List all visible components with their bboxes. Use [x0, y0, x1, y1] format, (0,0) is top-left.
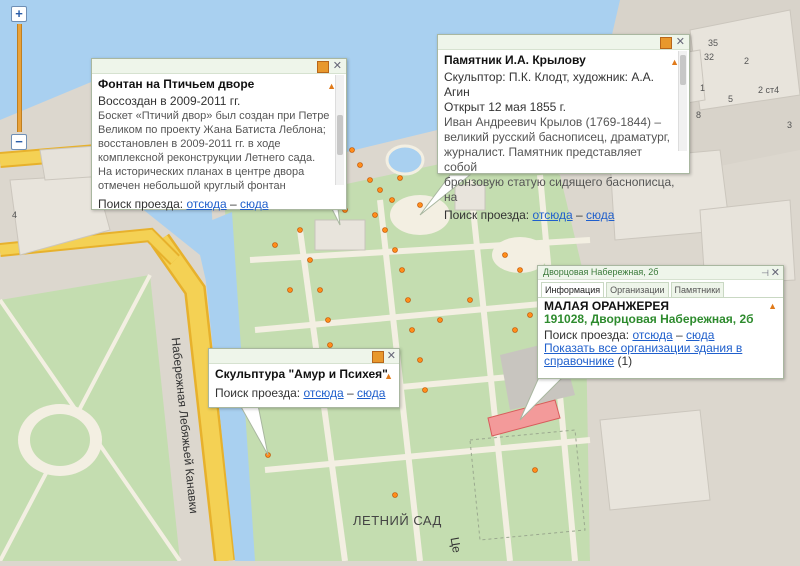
house-number-35: 35	[708, 38, 719, 48]
house-number-4: 4	[12, 210, 18, 220]
route-dash: –	[675, 328, 683, 342]
popup-krylov-desc: великий русский баснописец, драматург,	[444, 130, 671, 144]
popup-fountain-titlebar: ✕	[92, 59, 346, 74]
popup-krylov-desc: журналист. Памятник представляет собой	[444, 145, 642, 174]
show-all-organizations: Показать все организации здания в справо…	[544, 342, 777, 368]
zoom-in-button[interactable]: +	[11, 6, 27, 22]
close-icon[interactable]: ✕	[387, 349, 396, 363]
route-to-link[interactable]: сюда	[586, 208, 614, 222]
house-number-5: 5	[728, 94, 734, 104]
popup-fountain-body: Фонтан на Птичьем дворе Воссоздан в 2009…	[92, 74, 346, 215]
tab-organizations[interactable]: Организации	[606, 282, 669, 297]
route-from-link[interactable]: отсюда	[186, 197, 226, 211]
popup-fountain-line: Боскет «Птичий двор» был создан при Петр…	[98, 110, 330, 122]
close-icon[interactable]: ✕	[676, 35, 685, 49]
popup-fountain-line: Великом по проекту Жана Батиста Леблона;	[98, 124, 326, 136]
popup-amur-titlebar: ✕	[209, 349, 399, 364]
house-number-8: 8	[696, 110, 702, 120]
popup-fountain-line: восстановлен в 2009-2011 гг. в ходе	[98, 138, 281, 150]
organization-count: (1)	[617, 354, 633, 368]
route-from-link[interactable]: отсюда	[303, 386, 343, 400]
popup-krylov-desc: Иван Андреевич Крылов (1769-1844) –	[444, 115, 662, 129]
popup-orangery-titlebar: Дворцовая Набережная, 2б ⊣ ✕	[538, 266, 783, 280]
zoom-out-button[interactable]: −	[11, 134, 27, 150]
route-from-link[interactable]: отсюда	[532, 208, 572, 222]
route-label: Поиск проезда:	[544, 328, 630, 342]
popup-krylov-desc: бронзовую статую сидящего баснописца, на	[444, 175, 675, 204]
route-to-link[interactable]: сюда	[240, 197, 268, 211]
popup-orangery-body: МАЛАЯ ОРАНЖЕРЕЯ 191028, Дворцовая Набере…	[538, 298, 783, 371]
route-search: Поиск проезда: отсюда – сюда	[444, 208, 675, 223]
route-search: Поиск проезда: отсюда – сюда	[98, 197, 332, 212]
popup-krylov-title: Памятник И.А. Крылову	[444, 53, 586, 67]
zoom-slider[interactable]	[16, 24, 22, 132]
close-icon[interactable]: ✕	[333, 59, 342, 73]
popup-orangery-header: Дворцовая Набережная, 2б	[543, 267, 659, 277]
popup-krylov-line: Скульптор: П.К. Клодт, художник: А.А. Аг…	[444, 70, 654, 99]
popup-orangery-tabs: Информация Организации Памятники	[538, 280, 783, 298]
house-number-3: 3	[787, 120, 793, 130]
pin-icon[interactable]	[372, 351, 384, 363]
popup-amur-body: Скульптура "Амур и Психея" Поиск проезда…	[209, 364, 399, 404]
zoom-control: + −	[11, 6, 27, 150]
popup-fountain-line: комплексной реконструкции Летнего сада.	[98, 152, 316, 164]
popup-fountain-title: Фонтан на Птичьем дворе	[98, 77, 255, 91]
house-number-1: 1	[700, 83, 706, 93]
tab-monuments[interactable]: Памятники	[670, 282, 725, 297]
house-number-2: 2	[744, 56, 750, 66]
route-dash: –	[575, 208, 583, 222]
popup-orangery-address: 191028, Дворцовая Набережная, 2б	[544, 312, 754, 326]
route-to-link[interactable]: сюда	[357, 386, 385, 400]
route-label: Поиск проезда:	[98, 197, 184, 211]
popup-krylov-line: Открыт 12 мая 1855 г.	[444, 100, 566, 114]
warning-icon[interactable]: ▲	[768, 301, 777, 311]
house-number-32: 32	[704, 52, 715, 62]
show-all-link[interactable]: Показать все организации здания в	[544, 341, 742, 355]
popup-orangery: Дворцовая Набережная, 2б ⊣ ✕ Информация …	[537, 265, 784, 379]
popup-krylov: ✕ Памятник И.А. Крылову Скульптор: П.К. …	[437, 34, 690, 222]
pin-icon[interactable]	[317, 61, 329, 73]
popup-krylov-titlebar: ✕	[438, 35, 689, 50]
route-dash: –	[346, 386, 354, 400]
route-label: Поиск проезда:	[444, 208, 530, 222]
collapse-icon[interactable]: ⊣	[761, 266, 769, 280]
route-dash: –	[229, 197, 237, 211]
scrollbar[interactable]	[678, 51, 687, 151]
popup-fountain: ✕ Фонтан на Птичьем дворе Воссоздан в 20…	[91, 58, 347, 211]
route-label: Поиск проезда:	[215, 386, 301, 400]
popup-fountain-line: отмечен небольшой круглый фонтан	[98, 180, 286, 192]
popup-fountain-line: На исторических планах в центре двора	[98, 166, 305, 178]
route-to-link[interactable]: сюда	[686, 328, 714, 342]
label-summer-garden: ЛЕТНИЙ САД	[353, 513, 442, 528]
popup-fountain-line: Воссоздан в 2009-2011 гг.	[98, 94, 241, 108]
close-icon[interactable]: ✕	[771, 266, 780, 280]
fountain-pond	[385, 144, 425, 176]
popup-amur: ✕ Скульптура "Амур и Психея" Поиск проез…	[208, 348, 400, 408]
tab-info[interactable]: Информация	[541, 282, 605, 297]
scrollbar[interactable]	[335, 75, 344, 185]
directory-link[interactable]: справочнике	[544, 354, 614, 368]
label-street-partial: Це	[447, 536, 465, 554]
pin-icon[interactable]	[660, 37, 672, 49]
warning-icon[interactable]: ▲	[384, 371, 393, 381]
popup-krylov-body: Памятник И.А. Крылову Скульптор: П.К. Кл…	[438, 50, 689, 226]
route-search: Поиск проезда: отсюда – сюда	[215, 386, 393, 401]
house-number-2st4: 2 ст4	[758, 85, 780, 95]
route-from-link[interactable]: отсюда	[632, 328, 672, 342]
popup-amur-title: Скульптура "Амур и Психея"	[215, 367, 388, 381]
